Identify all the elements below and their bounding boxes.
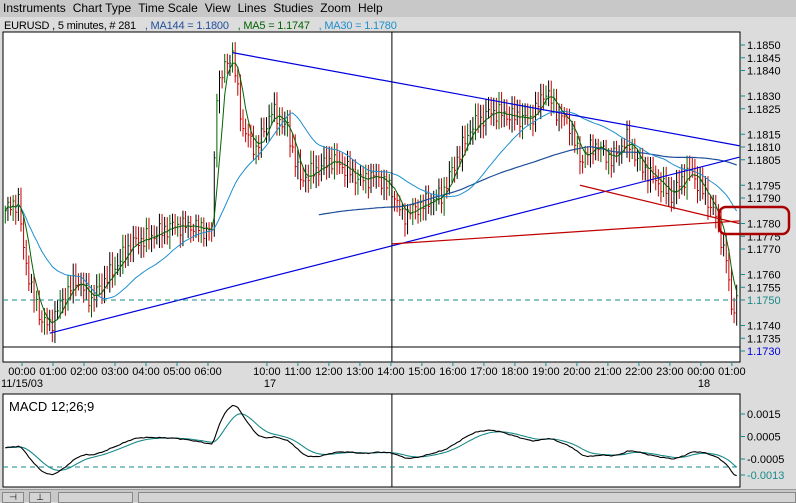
time-tick-label: 17:00: [470, 366, 498, 378]
time-tick-label: 15:00: [408, 366, 436, 378]
price-tick-label: 1.1845: [747, 53, 781, 65]
date-label: 11/15/03: [1, 378, 43, 390]
macd-tick-label: -0.0005: [747, 454, 784, 466]
price-tick-label: 1.1850: [747, 40, 781, 52]
time-tick-label: 18:00: [501, 366, 529, 378]
price-tick-label: 1.1760: [747, 270, 781, 282]
chart-area[interactable]: 1.18501.18451.18401.18301.18251.18151.18…: [0, 0, 796, 489]
price-tick-label: 1.1740: [747, 321, 781, 333]
macd-title: MACD 12;26;9: [9, 399, 94, 414]
price-tick-label: 1.1795: [747, 180, 781, 192]
macd-tick-label: 0.0005: [747, 432, 781, 444]
time-tick-label: 20:00: [563, 366, 591, 378]
price-tick-label: 1.1730: [747, 346, 781, 358]
pin-button[interactable]: ⊣: [2, 492, 24, 503]
price-tick-label: 1.1830: [747, 91, 781, 103]
price-tick-label: 1.1810: [747, 142, 781, 154]
time-tick-label: 21:00: [594, 366, 622, 378]
price-tick-label: 1.1735: [747, 333, 781, 345]
time-tick-label: 12:00: [315, 366, 343, 378]
time-tick-label: 22:00: [625, 366, 653, 378]
status-bar: ⊣ ⊥: [0, 489, 796, 503]
price-tick-label: 1.1805: [747, 155, 781, 167]
time-tick-label: 13:00: [346, 366, 374, 378]
date-label: 17: [264, 378, 276, 390]
price-tick-label: 1.1825: [747, 104, 781, 116]
time-tick-label: 00:00: [8, 366, 36, 378]
macd-panel[interactable]: [2, 393, 741, 488]
time-tick-label: 23:00: [656, 366, 684, 378]
time-tick-label: 11:00: [285, 366, 312, 378]
status-field: [58, 492, 133, 503]
time-tick-label: 14:00: [377, 366, 405, 378]
time-tick-label: 04:00: [132, 366, 160, 378]
time-tick-label: 00:00: [687, 366, 715, 378]
price-tick-label: 1.1755: [747, 282, 781, 294]
price-tick-label: 1.1750: [747, 295, 781, 307]
status-message: [138, 492, 796, 503]
macd-tick-label: 0.0015: [747, 409, 781, 421]
crosshair-button[interactable]: ⊥: [29, 492, 51, 503]
time-tick-label: 03:00: [101, 366, 129, 378]
price-tick-label: 1.1780: [747, 219, 781, 231]
price-tick-label: 1.1770: [747, 244, 781, 256]
time-tick-label: 19:00: [532, 366, 560, 378]
time-tick-label: 16:00: [439, 366, 467, 378]
price-tick-label: 1.1790: [747, 193, 781, 205]
time-tick-label: 01:00: [718, 366, 746, 378]
price-tick-label: 1.1840: [747, 66, 781, 78]
time-tick-label: 06:00: [194, 366, 222, 378]
price-tick-label: 1.1815: [747, 129, 781, 141]
time-tick-label: 01:00: [39, 366, 67, 378]
time-tick-label: 05:00: [163, 366, 191, 378]
date-label: 18: [698, 378, 710, 390]
time-tick-label: 02:00: [70, 366, 98, 378]
time-tick-label: 10:00: [253, 366, 281, 378]
macd-current-label: -0.0013: [747, 470, 784, 482]
